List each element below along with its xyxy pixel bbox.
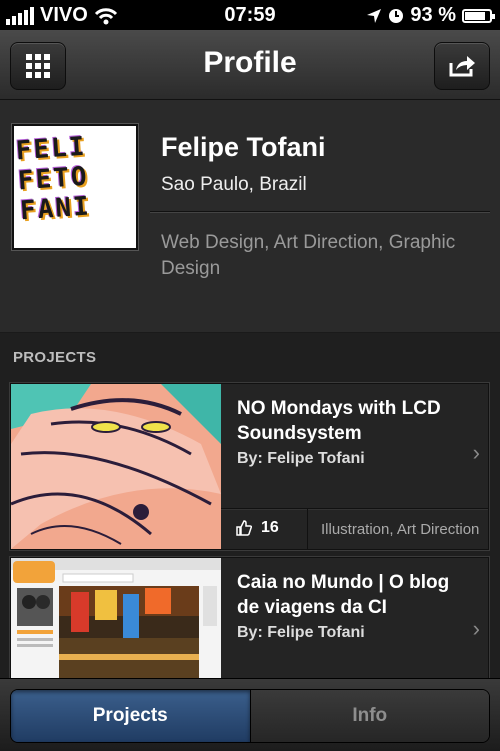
location-arrow-icon [367,8,382,23]
chevron-right-icon: › [472,440,480,465]
page-title: Profile [203,46,297,79]
thumbs-up-icon [236,520,253,536]
tab-info[interactable]: Info [249,690,489,742]
status-bar: VIVO 07:59 93 % [0,0,500,30]
clock-icon [389,8,404,23]
profile-location: Sao Paulo, Brazil [161,174,307,195]
project-title: Caia no Mundo | O blog de viagens da CI [237,572,450,618]
footer-separator [307,509,308,549]
profile-fields: Web Design, Art Direction, Graphic Desig… [161,232,456,279]
share-icon [449,56,475,77]
profile-divider [150,211,490,213]
tab-projects[interactable]: Projects [11,690,250,742]
project-thumbnail[interactable] [11,384,221,549]
project-tags: Illustration, Art Direction [321,521,480,538]
share-button[interactable] [434,42,490,90]
chevron-right-icon: › [472,616,480,641]
project-footer: 16 Illustration, Art Direction [221,508,488,549]
project-card[interactable]: NO Mondays with LCD Soundsystem By: Feli… [10,383,489,550]
project-author: By: Felipe Tofani [237,450,365,467]
project-title: NO Mondays with LCD Soundsystem [237,398,441,444]
battery-percent: 93 % [410,4,456,26]
project-thumbnail[interactable] [11,558,221,698]
avatar[interactable]: FELI FETO FANI [12,124,138,250]
projects-section-title: PROJECTS [13,349,97,366]
project-author: By: Felipe Tofani [237,624,365,641]
appreciations: 16 [235,519,279,537]
avatar-lettering: FELI FETO FANI [14,131,92,227]
profile-header: FELI FETO FANI Felipe Tofani Sao Paulo, … [0,100,500,333]
battery-fill [465,11,486,20]
tab-bar: Projects Info [0,678,500,751]
battery-icon [462,8,495,23]
status-right: 93 % [366,4,495,27]
profile-name: Felipe Tofani [161,132,326,162]
navigation-bar: Profile [0,30,500,100]
segmented-control: Projects Info [10,689,490,743]
appreciation-count: 16 [261,519,279,536]
